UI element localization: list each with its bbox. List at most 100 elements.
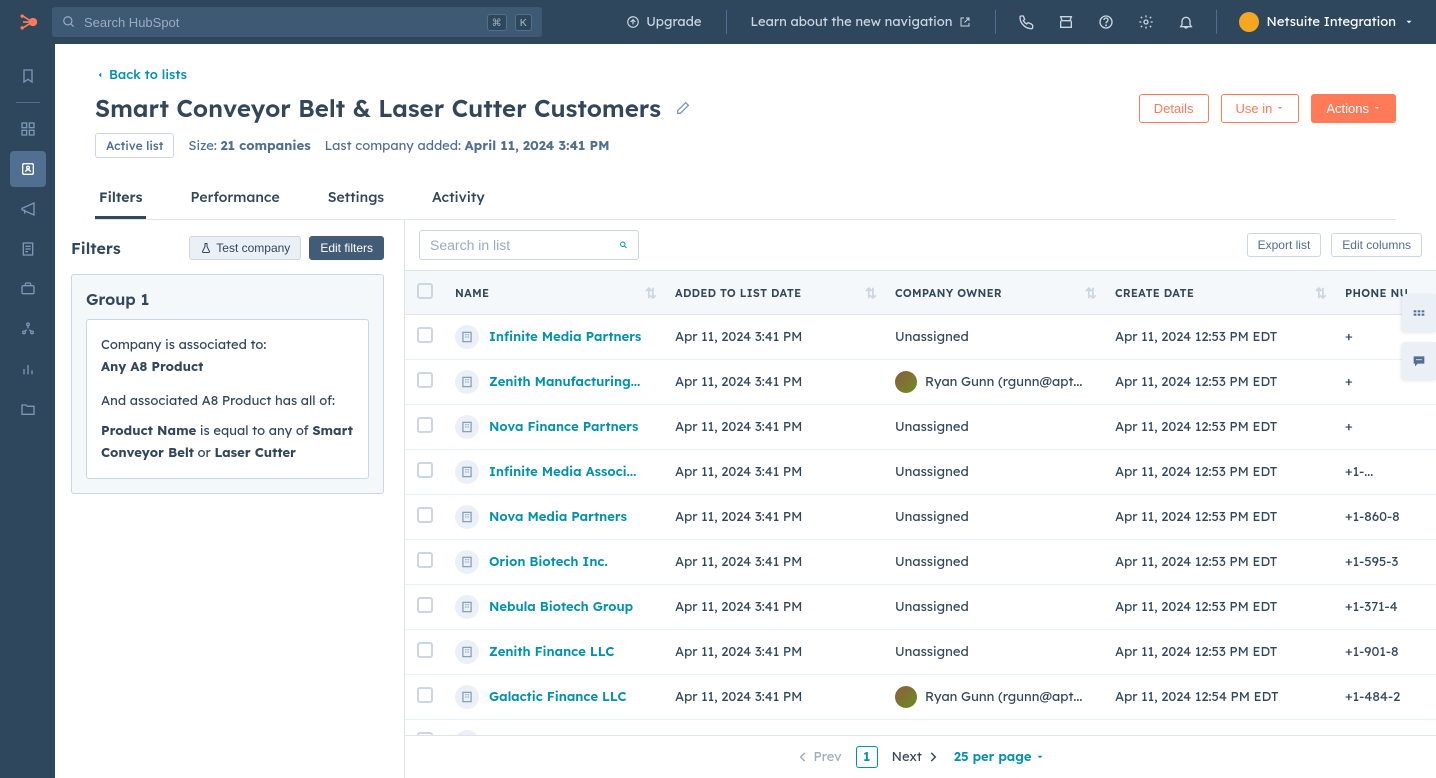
last-added: Last company added: April 11, 2024 3:41 … [325,138,610,154]
search-icon [62,15,76,29]
rail-content[interactable] [10,231,46,267]
company-link[interactable]: Nova Media Partners [489,509,627,525]
row-checkbox[interactable] [417,597,433,613]
company-icon [455,685,479,709]
company-link[interactable]: Infinite Media Associ... [489,464,636,480]
learn-nav-link[interactable]: Learn about the new navigation [743,14,979,30]
company-link[interactable]: Zenith Manufacturing... [489,374,640,390]
create-date: Apr 11, 2024 12:53 PM EDT [1105,540,1335,585]
use-in-button[interactable]: Use in [1221,94,1300,123]
sort-icon[interactable]: ⇅ [1085,284,1097,302]
owner-cell: Unassigned [885,315,1105,360]
rail-automations[interactable] [10,311,46,347]
sort-icon[interactable]: ⇅ [1315,284,1327,302]
row-checkbox[interactable] [417,417,433,433]
side-widgets [1402,294,1436,380]
row-checkbox[interactable] [417,462,433,478]
rail-crm[interactable] [10,151,46,187]
hubspot-logo[interactable] [16,10,40,34]
col-header[interactable]: ADDED TO LIST DATE⇅ [665,271,885,315]
rail-marketing[interactable] [10,191,46,227]
company-link[interactable]: Galactic Finance LLC [489,689,627,705]
global-search-input[interactable] [84,15,479,30]
row-checkbox[interactable] [417,507,433,523]
edit-columns-button[interactable]: Edit columns [1331,233,1422,257]
search-in-list[interactable] [419,230,639,260]
actions-button[interactable]: Actions [1311,94,1396,123]
details-button[interactable]: Details [1139,94,1209,123]
company-link[interactable]: Orion Biotech Inc. [489,554,608,570]
chevron-left-icon [796,750,810,764]
company-link[interactable]: Zenith Finance LLC [489,644,614,660]
test-company-button[interactable]: Test company [189,236,301,260]
row-checkbox[interactable] [417,687,433,703]
main-content: Back to lists Smart Conveyor Belt & Lase… [55,44,1436,778]
upgrade-link[interactable]: Upgrade [618,14,709,30]
owner-cell: Unassigned [885,540,1105,585]
owner-avatar [895,686,917,708]
owner-cell: Unassigned [885,585,1105,630]
export-list-button[interactable]: Export list [1247,233,1322,257]
edit-filters-button[interactable]: Edit filters [309,236,384,260]
rail-workspaces[interactable] [10,111,46,147]
added-date: Apr 11, 2024 3:41 PM [665,540,885,585]
row-checkbox[interactable] [417,372,433,388]
flask-icon [200,242,212,254]
table-row: Infinite Media PartnersApr 11, 2024 3:41… [405,315,1436,360]
global-search[interactable]: ⌘ K [52,7,542,37]
row-checkbox[interactable] [417,642,433,658]
edit-title-button[interactable] [675,100,691,116]
chevron-left-icon [95,70,105,80]
col-header[interactable]: CREATE DATE⇅ [1105,271,1335,315]
next-page-button[interactable]: Next [892,749,940,765]
added-date: Apr 11, 2024 3:41 PM [665,450,885,495]
rail-commerce[interactable] [10,271,46,307]
select-all-checkbox[interactable] [417,283,433,299]
added-date: Apr 11, 2024 3:41 PM [665,405,885,450]
per-page-select[interactable]: 25 per page [954,749,1046,765]
col-header[interactable]: COMPANY OWNER⇅ [885,271,1105,315]
tab-performance[interactable]: Performance [186,178,283,219]
settings-icon[interactable] [1132,14,1160,30]
create-date: Apr 11, 2024 12:53 PM EDT [1105,360,1335,405]
user-menu[interactable]: Netsuite Integration [1233,12,1420,32]
rail-reporting[interactable] [10,351,46,387]
back-to-lists-link[interactable]: Back to lists [95,67,187,83]
help-icon[interactable] [1092,14,1120,30]
company-link[interactable]: Nebula Biotech Group [489,599,633,615]
sort-icon[interactable]: ⇅ [865,284,877,302]
marketplace-icon[interactable] [1052,14,1080,30]
current-page[interactable]: 1 [856,746,878,768]
rail-library[interactable] [10,391,46,427]
row-checkbox[interactable] [417,552,433,568]
company-icon [455,505,479,529]
company-icon [455,460,479,484]
phone: +1-484-2 [1335,675,1436,720]
grid-widget[interactable] [1402,294,1436,332]
phone-icon[interactable] [1012,14,1040,30]
prev-page-button[interactable]: Prev [796,749,842,765]
search-in-list-input[interactable] [430,237,611,253]
added-date: Apr 11, 2024 3:41 PM [665,675,885,720]
company-link[interactable]: Nova Finance Partners [489,419,638,435]
chat-widget[interactable] [1402,342,1436,380]
group-title: Group 1 [86,289,369,309]
tab-activity[interactable]: Activity [428,178,489,219]
filter-group: Group 1 Company is associated to: Any A8… [71,274,384,494]
kbd-cmd: ⌘ [487,14,507,31]
col-header[interactable]: NAME⇅ [445,271,665,315]
tab-settings[interactable]: Settings [324,178,388,219]
sort-icon[interactable]: ⇅ [645,284,657,302]
external-link-icon [959,16,971,28]
list-title: Smart Conveyor Belt & Laser Cutter Custo… [95,93,661,123]
page-header: Back to lists Smart Conveyor Belt & Lase… [55,44,1436,220]
notifications-icon[interactable] [1172,14,1200,30]
owner-avatar [895,371,917,393]
tab-filters[interactable]: Filters [95,178,146,219]
table-row: Zenith Manufacturing...Apr 11, 2024 3:41… [405,360,1436,405]
company-link[interactable]: Infinite Media Partners [489,329,641,345]
phone: +1-595-3 [1335,540,1436,585]
row-checkbox[interactable] [417,327,433,343]
rail-bookmarks[interactable] [10,58,46,94]
create-date: Apr 11, 2024 12:53 PM EDT [1105,450,1335,495]
